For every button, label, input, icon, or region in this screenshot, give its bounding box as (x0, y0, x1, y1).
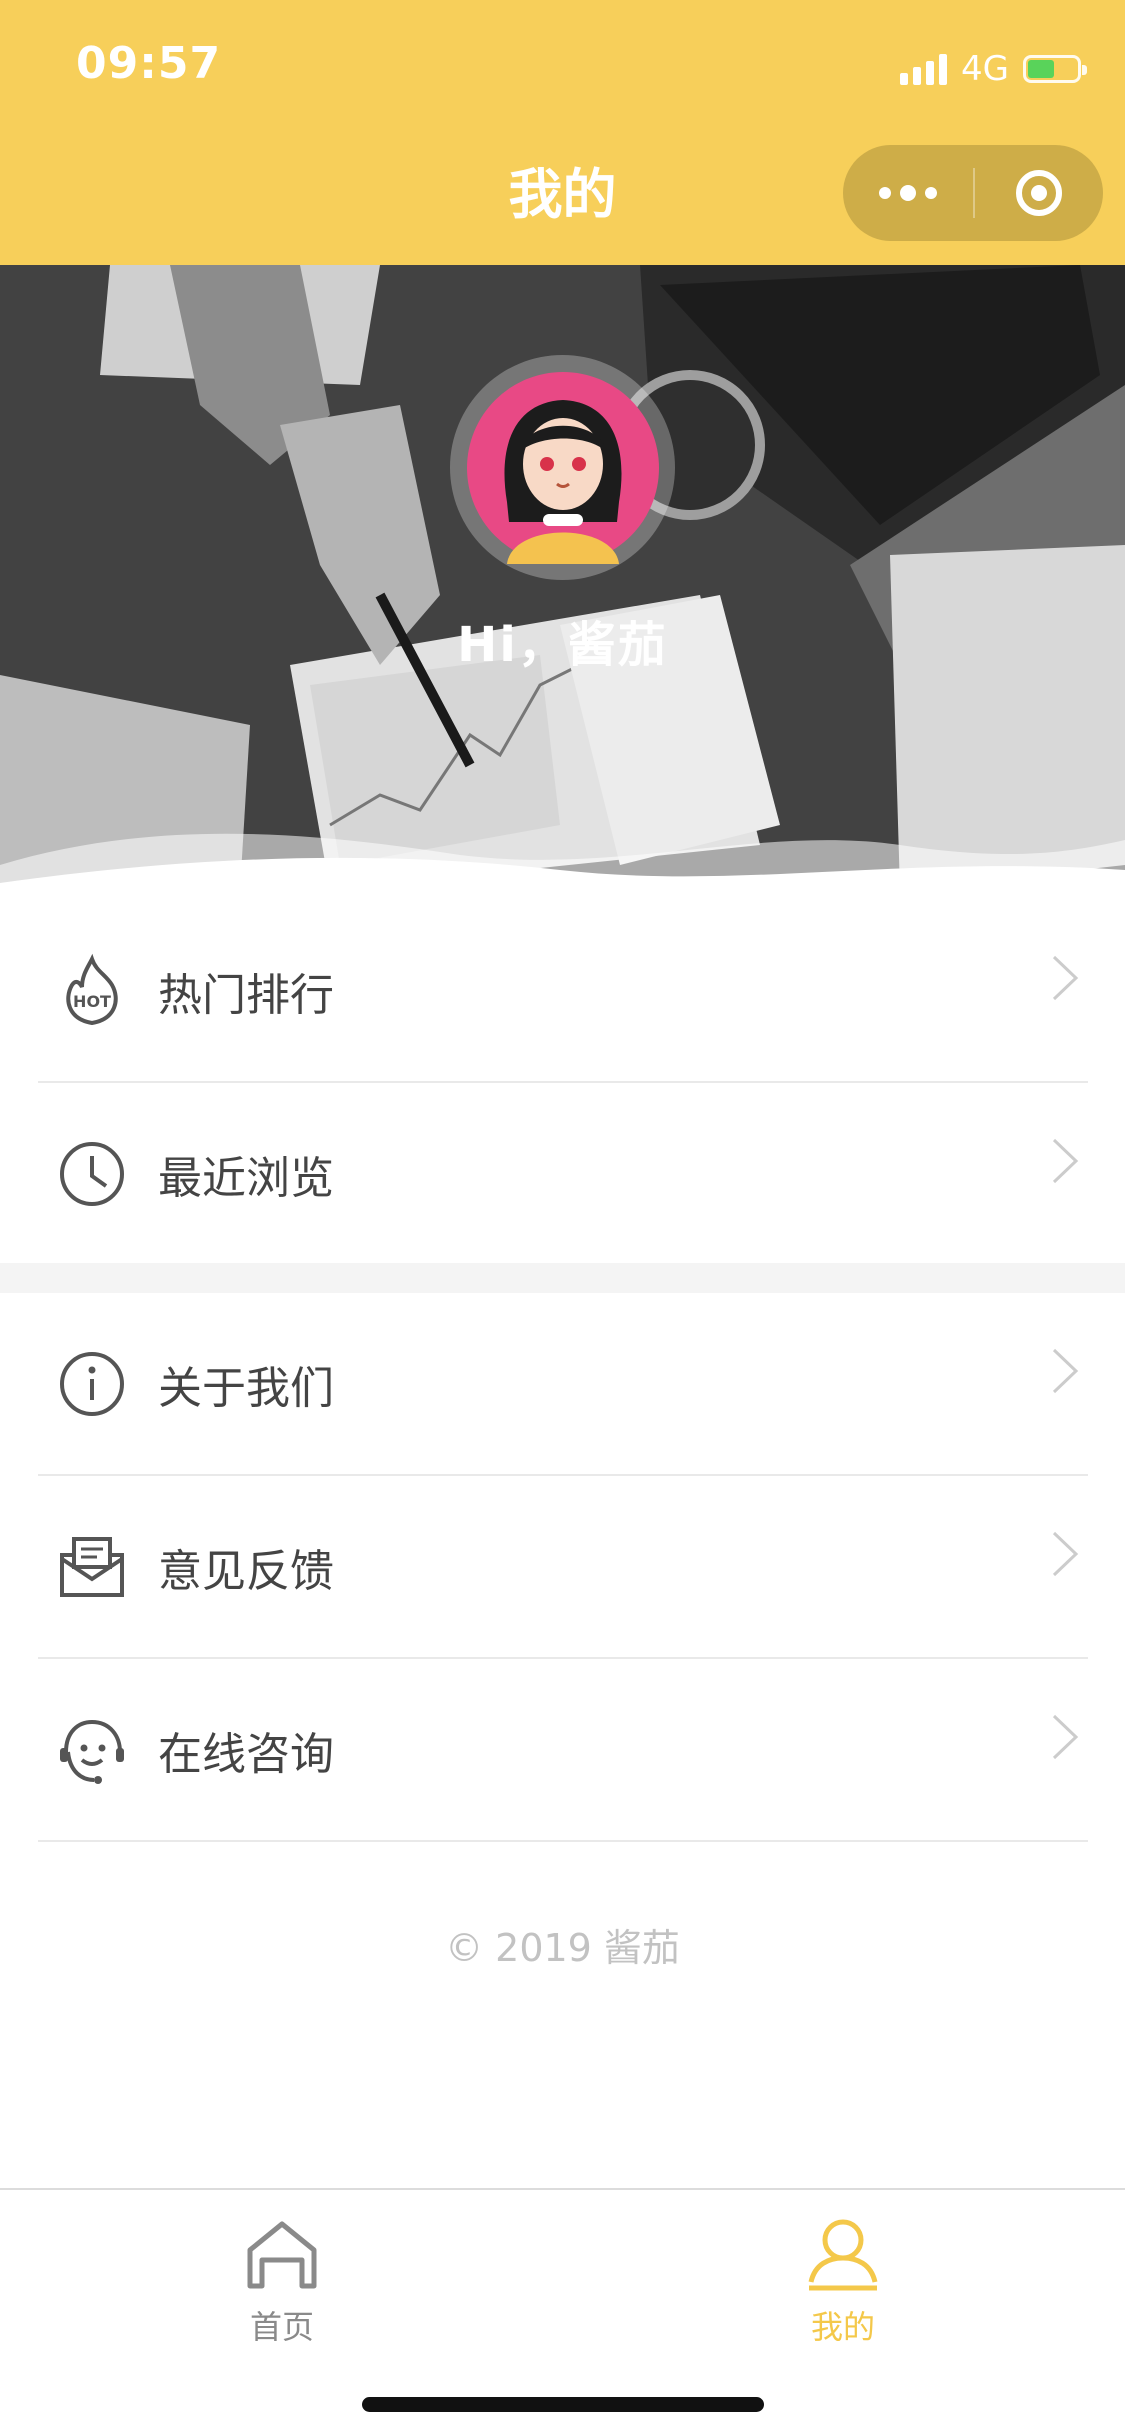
greeting-text: Hi，酱茄 (457, 617, 668, 673)
menu-item-about-us[interactable]: 关于我们 (38, 1293, 1088, 1476)
avatar-image (466, 371, 659, 564)
mail-icon (60, 1536, 124, 1597)
status-indicators: 4G (900, 44, 1087, 94)
network-type: 4G (961, 49, 1009, 89)
chevron-right-icon (1052, 1531, 1079, 1576)
hot-icon: HOT (66, 953, 118, 1025)
chevron-right-icon (1052, 955, 1079, 1000)
battery-icon (1023, 55, 1087, 83)
profile-banner: Hi，酱茄 (0, 265, 1125, 890)
tab-home[interactable]: 首页 (162, 2214, 402, 2354)
tab-label-home: 首页 (249, 2308, 314, 2346)
menu-label: 在线咨询 (158, 1728, 334, 1780)
miniprogram-capsule (843, 145, 1103, 241)
menu-label: 最近浏览 (158, 1152, 334, 1204)
info-icon (60, 1351, 124, 1416)
profile-page: 09:57 4G 我的 Hi，酱茄 HOT 热门排行 最近浏览 关于我们 意见反… (0, 0, 1125, 2436)
chevron-right-icon (1052, 1714, 1079, 1759)
status-time: 09:57 (76, 38, 222, 89)
avatar[interactable] (450, 355, 675, 580)
tab-mine[interactable]: 我的 (723, 2214, 963, 2354)
home-indicator (362, 2397, 764, 2412)
home-icon (247, 2221, 317, 2289)
copyright-text: © 2019 酱茄 (445, 1926, 680, 1970)
signal-icon (900, 53, 948, 85)
menu-item-recent-browsing[interactable]: 最近浏览 (38, 1083, 1088, 1266)
menu-item-feedback[interactable]: 意见反馈 (38, 1476, 1088, 1659)
chevron-right-icon (1052, 1138, 1079, 1183)
close-miniprogram-button[interactable] (975, 145, 1103, 241)
tab-label-mine: 我的 (810, 2308, 875, 2346)
chevron-right-icon (1052, 1348, 1079, 1393)
top-header: 09:57 4G 我的 (0, 0, 1125, 265)
menu-label: 热门排行 (158, 969, 334, 1021)
menu-item-online-consult[interactable]: 在线咨询 (38, 1659, 1088, 1842)
menu-label: 关于我们 (158, 1362, 334, 1414)
user-icon (808, 2219, 878, 2291)
support-icon (60, 1719, 124, 1784)
menu-label: 意见反馈 (158, 1545, 334, 1597)
svg-text:HOT: HOT (73, 992, 111, 1011)
section-divider (0, 1263, 1125, 1293)
menu-item-hot-ranking[interactable]: HOT 热门排行 (38, 900, 1088, 1083)
more-options-button[interactable] (843, 145, 973, 241)
clock-icon (60, 1141, 124, 1206)
